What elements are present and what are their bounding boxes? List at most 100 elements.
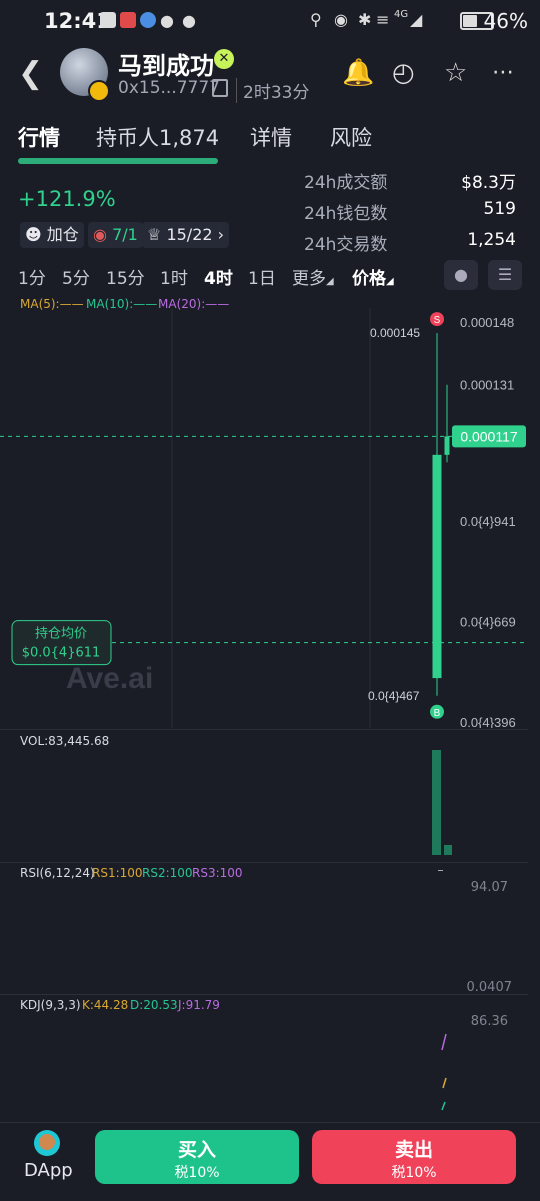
sell-button[interactable]: 卖出 税10%	[312, 1130, 516, 1184]
settings-icon[interactable]: ☰	[488, 260, 522, 290]
timeframe-1m[interactable]: 1分	[18, 264, 46, 289]
candle	[444, 436, 450, 455]
token-age: 2时33分	[236, 78, 309, 103]
speed-icon[interactable]: ◴	[392, 58, 415, 88]
app-icon	[140, 12, 156, 28]
eye-icon: ◉	[334, 10, 348, 29]
rsi-line	[438, 870, 443, 871]
buy-button[interactable]: 买入 税10%	[95, 1130, 299, 1184]
divider	[0, 862, 528, 863]
divider	[0, 729, 528, 730]
tab-market[interactable]: 行情	[18, 122, 60, 152]
kdj-d: D:20.53	[130, 998, 178, 1012]
price-chart[interactable]: Ave.ai 0.000148 0.000131 0.0{4}941 0.0{4}66…	[0, 308, 540, 728]
key-icon: ⚲	[310, 10, 322, 29]
contract-address: 0x15...7777	[118, 78, 220, 98]
timeframe-15m[interactable]: 15分	[106, 264, 145, 289]
bell-icon[interactable]: 🔔	[342, 58, 374, 88]
stat-value: 519	[483, 199, 516, 219]
chevron-right-icon: ›	[217, 225, 225, 244]
dapp-icon[interactable]	[34, 1130, 60, 1156]
buy-tax: 税10%	[174, 1165, 220, 1181]
chain-badge-icon	[88, 80, 110, 102]
y-axis-tick: 0.0{4}669	[460, 614, 516, 629]
avg-cost-box: 持仓均价 $0.0{4}611	[11, 620, 112, 666]
qq-icon: ●	[160, 11, 174, 30]
kdj-lines	[441, 1033, 447, 1111]
stat-value: 1,254	[467, 230, 516, 250]
price-big-clipped	[18, 158, 218, 164]
bluetooth-icon: ✱	[358, 10, 372, 29]
vibrate-icon: ≡	[376, 10, 390, 29]
copy-icon[interactable]	[212, 79, 228, 97]
kdj-tick: 86.36	[470, 1014, 508, 1029]
timeframe-5m[interactable]: 5分	[62, 264, 90, 289]
rsi-rs2: RS2:100	[142, 866, 193, 880]
kdj-k: K:44.28	[82, 998, 129, 1012]
tab-details[interactable]: 详情	[250, 122, 292, 152]
stat-value: $8.3万	[461, 173, 516, 193]
candle	[432, 454, 442, 679]
sell-marker-label: S	[434, 315, 441, 326]
chip-rank[interactable]: ♕ 15/22 ›	[142, 222, 230, 248]
volume-bar	[432, 750, 441, 855]
chef-icon: ☻	[25, 225, 42, 244]
rsi-tick: 94.07	[470, 880, 508, 895]
y-axis-tick: 0.000148	[460, 315, 514, 330]
volume-chart	[432, 750, 452, 855]
tab-holders[interactable]: 持币人1,874	[96, 122, 219, 152]
buy-marker-label: B	[434, 708, 441, 719]
buy-label: 买入	[177, 1139, 216, 1161]
y-axis-tick: 0.0{4}396	[460, 715, 516, 728]
dropdown-icon: ◢	[326, 276, 334, 287]
status-bar: 12:41 ● ● ⚲ ◉ ✱ ≡ 4G ◢ 46%	[0, 0, 540, 40]
sell-tax: 税10%	[391, 1165, 437, 1181]
qq-icon: ●	[182, 11, 196, 30]
price-change: +121.9%	[18, 187, 116, 211]
volume-bar	[444, 844, 452, 855]
dapp-label[interactable]: DApp	[24, 1160, 73, 1181]
network-label: 4G	[394, 9, 409, 20]
indicator-icon[interactable]: ●	[444, 260, 478, 290]
bag-icon: ◉	[93, 225, 107, 244]
chip-ratio[interactable]: ◉ 7/1	[88, 222, 143, 248]
avg-cost-title: 持仓均价	[35, 627, 87, 642]
stat-label: 24h钱包数	[304, 204, 388, 224]
star-icon[interactable]: ☆	[444, 58, 467, 88]
timeframe-1d[interactable]: 1日	[248, 264, 276, 289]
chip-add-position[interactable]: ☻ 加仓	[20, 222, 84, 248]
battery-percent: 46%	[483, 9, 528, 33]
watermark-logo: Ave.ai	[66, 662, 153, 695]
timeframe-1h[interactable]: 1时	[160, 264, 188, 289]
sell-label: 卖出	[394, 1139, 433, 1161]
crown-icon: ♕	[147, 225, 162, 244]
notification-icon	[100, 12, 116, 28]
current-price-tag: 0.000117	[452, 425, 526, 448]
timeframe-4h[interactable]: 4时	[204, 264, 233, 289]
kdj-j: J:91.79	[178, 998, 220, 1012]
low-price-label: 0.0{4}467	[368, 689, 420, 703]
back-icon[interactable]: ❮	[18, 56, 43, 91]
rsi-rs3: RS3:100	[192, 866, 243, 880]
divider	[0, 994, 528, 995]
signal-icon: ◢	[410, 10, 423, 29]
rsi-rs1: RS1:100	[92, 866, 143, 880]
verified-icon: ✕	[214, 49, 234, 69]
tab-risk[interactable]: 风险	[330, 122, 372, 152]
app-icon	[120, 12, 136, 28]
kdj-label: KDJ(9,3,3)	[20, 998, 81, 1012]
high-price-label: 0.000145	[370, 326, 420, 340]
stat-label: 24h交易数	[304, 235, 388, 255]
avg-cost-value: $0.0{4}611	[22, 646, 101, 661]
price-mode-select[interactable]: 价格◢	[352, 264, 394, 289]
y-axis-tick: 0.000131	[460, 378, 514, 393]
token-title: 马到成功	[118, 52, 214, 80]
y-axis-tick: 0.0{4}941	[460, 514, 516, 529]
rsi-label: RSI(6,12,24)	[20, 866, 95, 880]
more-icon[interactable]: ⋯	[492, 60, 516, 85]
current-price-label: 0.000117	[460, 428, 518, 444]
rsi-tick: 0.0407	[466, 980, 513, 995]
dropdown-icon: ◢	[386, 276, 394, 287]
timeframe-more[interactable]: 更多◢	[292, 264, 334, 289]
stat-label: 24h成交额	[304, 173, 388, 193]
